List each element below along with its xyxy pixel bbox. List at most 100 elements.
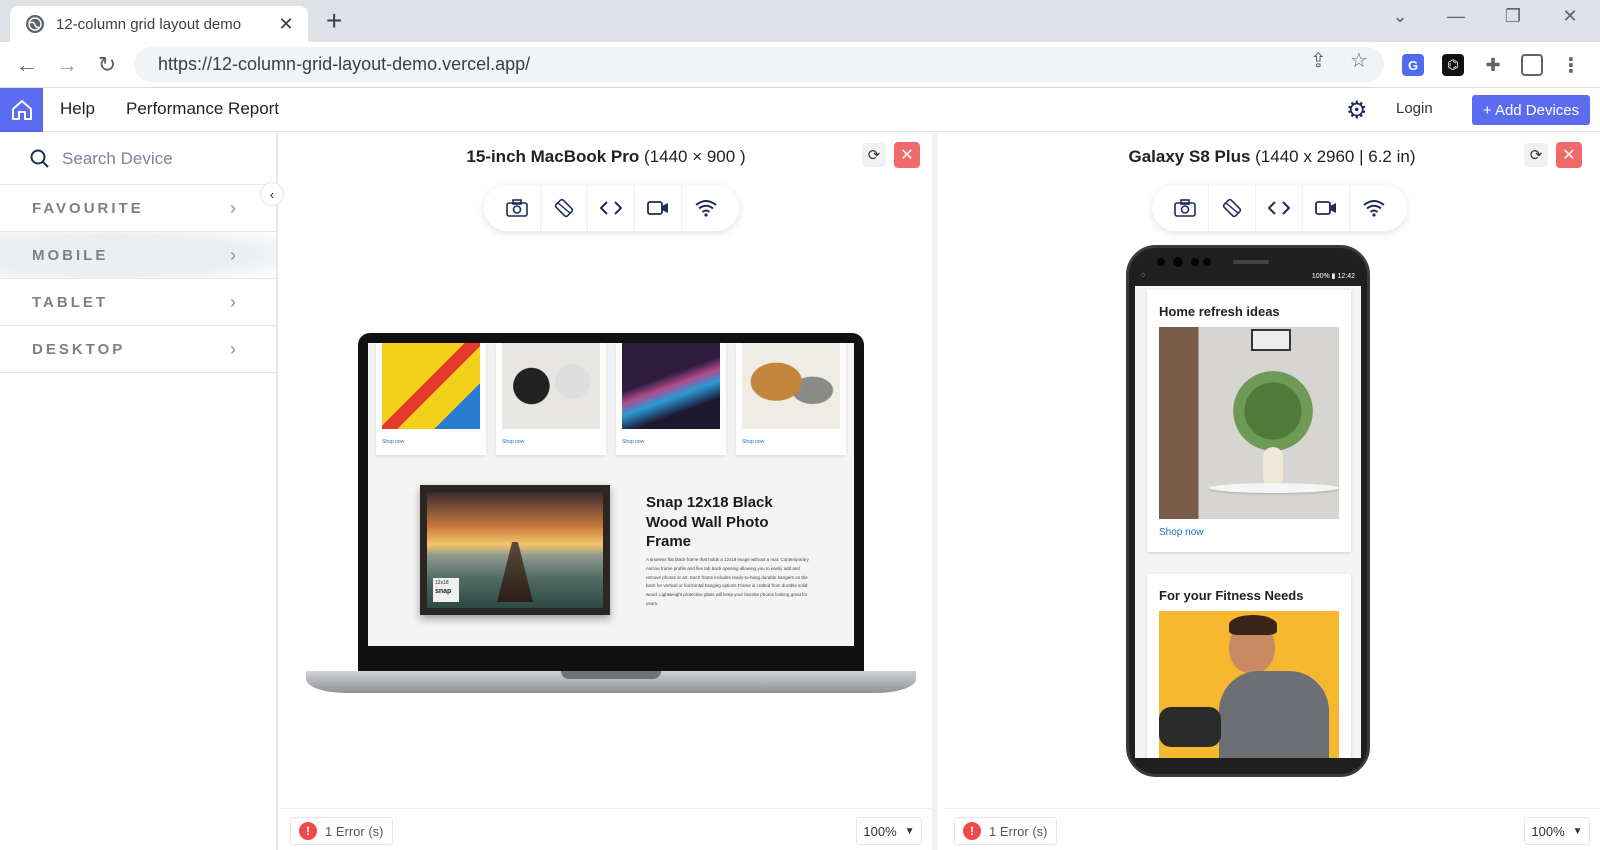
collapse-sidebar-button[interactable]: ‹ xyxy=(260,182,284,206)
dock-graphic xyxy=(497,542,533,602)
extension-lt-icon[interactable]: ⌬ xyxy=(1442,54,1464,76)
network-wifi-icon[interactable] xyxy=(682,185,729,231)
fitness-image xyxy=(1159,611,1339,758)
frame-size-label: 12x18 xyxy=(435,580,449,586)
device-name: Galaxy S8 Plus xyxy=(1128,147,1251,166)
browser-tabstrip: 12-column grid layout demo ✕ + ⌄ — ❐ ✕ xyxy=(0,0,1600,42)
error-icon: ! xyxy=(299,822,317,840)
tab-title: 12-column grid layout demo xyxy=(56,15,242,33)
screenshot-camera-icon[interactable] xyxy=(1162,185,1209,231)
forward-icon[interactable]: → xyxy=(52,50,82,80)
search-icon xyxy=(30,149,49,168)
video-record-icon[interactable] xyxy=(1303,185,1350,231)
error-count: 1 Error (s) xyxy=(325,823,384,839)
code-icon[interactable] xyxy=(588,185,635,231)
refresh-device-button[interactable]: ⟳ xyxy=(1524,143,1548,167)
panel-footer: ! 1 Error (s) 100% ▼ xyxy=(944,808,1600,850)
url-text: https://12-column-grid-layout-demo.verce… xyxy=(158,54,531,74)
code-icon[interactable] xyxy=(1256,185,1303,231)
close-tab-icon[interactable]: ✕ xyxy=(276,14,296,35)
tab-search-icon[interactable]: ⌄ xyxy=(1380,6,1420,27)
category-tablet[interactable]: TABLET › xyxy=(0,279,276,326)
back-icon[interactable]: ← xyxy=(12,50,42,80)
shop-now-link[interactable]: Shop now xyxy=(742,439,840,445)
screenshot-camera-icon[interactable] xyxy=(494,185,541,231)
category-favourite[interactable]: FAVOURITE › xyxy=(0,185,276,232)
menu-kebab-icon[interactable]: ⋮ xyxy=(1560,54,1582,77)
close-device-button[interactable]: ✕ xyxy=(894,142,920,168)
product-image-pets xyxy=(742,343,840,429)
category-label: MOBILE xyxy=(32,246,109,264)
zoom-value: 100% xyxy=(1531,823,1565,839)
laptop-screen[interactable]: Shop now Shop now Shop now Shop now 12x1… xyxy=(368,343,854,646)
network-wifi-icon[interactable] xyxy=(1350,185,1397,231)
search-device[interactable]: Search Device xyxy=(0,133,276,185)
galaxy-phone-mockup: ◌ 100% ▮ 12:42 Home refresh ideas Shop n… xyxy=(1126,245,1370,777)
shop-now-link[interactable]: Shop now xyxy=(622,439,720,445)
window-close-icon[interactable]: ✕ xyxy=(1550,6,1590,27)
extension-g-icon[interactable]: G xyxy=(1402,54,1424,76)
zoom-select[interactable]: 100% ▼ xyxy=(856,817,922,845)
macbook-mockup: Shop now Shop now Shop now Shop now 12x1… xyxy=(306,333,916,703)
side-panel-icon[interactable] xyxy=(1521,54,1543,76)
category-label: TABLET xyxy=(32,293,109,311)
product-card[interactable]: Shop now xyxy=(376,343,486,455)
device-title: Galaxy S8 Plus (1440 x 2960 | 6.2 in) xyxy=(944,147,1600,167)
shop-now-link[interactable]: Shop now xyxy=(502,439,600,445)
phone-top-bezel: ◌ 100% ▮ 12:42 xyxy=(1129,248,1367,288)
status-battery-time: 100% ▮ 12:42 xyxy=(1311,273,1355,280)
minimize-icon[interactable]: — xyxy=(1436,6,1476,27)
new-tab-icon[interactable]: + xyxy=(326,7,342,35)
product-card[interactable]: For your Fitness Needs xyxy=(1147,574,1351,758)
home-button[interactable] xyxy=(0,88,43,132)
zoom-select[interactable]: 100% ▼ xyxy=(1524,817,1590,845)
wall-picture xyxy=(1251,329,1291,351)
error-icon: ! xyxy=(963,822,981,840)
gear-icon[interactable]: ⚙ xyxy=(1346,96,1368,125)
rotate-screen-icon[interactable] xyxy=(1209,185,1256,231)
chevron-right-icon: › xyxy=(230,291,236,312)
video-record-icon[interactable] xyxy=(635,185,682,231)
bookmark-star-icon[interactable]: ☆ xyxy=(1350,48,1368,73)
login-link[interactable]: Login xyxy=(1396,100,1433,117)
front-camera-icon xyxy=(1173,257,1183,267)
add-devices-button[interactable]: + Add Devices xyxy=(1472,95,1590,125)
reload-icon[interactable]: ↻ xyxy=(92,50,122,80)
zoom-value: 100% xyxy=(863,823,897,839)
shop-now-link[interactable]: Shop now xyxy=(382,439,480,445)
search-input[interactable]: Search Device xyxy=(62,149,173,169)
error-badge[interactable]: ! 1 Error (s) xyxy=(954,817,1057,845)
refresh-device-button[interactable]: ⟳ xyxy=(862,143,886,167)
card-title: For your Fitness Needs xyxy=(1159,588,1304,603)
phone-screen[interactable]: Home refresh ideas Shop now For your Fit… xyxy=(1135,286,1361,758)
extensions-puzzle-icon[interactable]: ✚ xyxy=(1482,54,1504,76)
frame-brand-label: snap xyxy=(435,588,452,595)
nav-help[interactable]: Help xyxy=(60,99,95,119)
category-label: FAVOURITE xyxy=(32,199,144,217)
category-desktop[interactable]: DESKTOP › xyxy=(0,326,276,373)
device-spec: (1440 x 2960 | 6.2 in) xyxy=(1255,147,1416,166)
share-icon[interactable]: ⇪ xyxy=(1310,48,1327,73)
dumbbell xyxy=(1159,707,1221,747)
close-device-button[interactable]: ✕ xyxy=(1556,142,1582,168)
product-card[interactable]: Shop now xyxy=(736,343,846,455)
product-card[interactable]: Shop now xyxy=(616,343,726,455)
product-card[interactable]: Shop now xyxy=(496,343,606,455)
nav-performance-report[interactable]: Performance Report xyxy=(126,99,279,119)
rotate-screen-icon[interactable] xyxy=(541,185,588,231)
category-mobile[interactable]: MOBILE › xyxy=(0,232,276,279)
sensor-icon xyxy=(1203,258,1211,266)
plant-leaves xyxy=(1233,371,1313,451)
error-badge[interactable]: ! 1 Error (s) xyxy=(290,817,393,845)
panel-footer: ! 1 Error (s) 100% ▼ xyxy=(280,808,932,850)
restore-icon[interactable]: ❐ xyxy=(1493,6,1533,27)
phone-status-bar: ◌ 100% ▮ 12:42 xyxy=(1137,272,1359,284)
omnibox[interactable]: https://12-column-grid-layout-demo.verce… xyxy=(134,47,1384,82)
table-top xyxy=(1209,483,1339,493)
status-indicator: ◌ xyxy=(1141,272,1146,279)
browser-tab[interactable]: 12-column grid layout demo ✕ xyxy=(10,6,308,42)
front-camera-icon xyxy=(1157,258,1165,266)
product-card[interactable]: Home refresh ideas Shop now xyxy=(1147,290,1351,552)
category-label: DESKTOP xyxy=(32,340,126,358)
shop-now-link[interactable]: Shop now xyxy=(1159,527,1339,538)
